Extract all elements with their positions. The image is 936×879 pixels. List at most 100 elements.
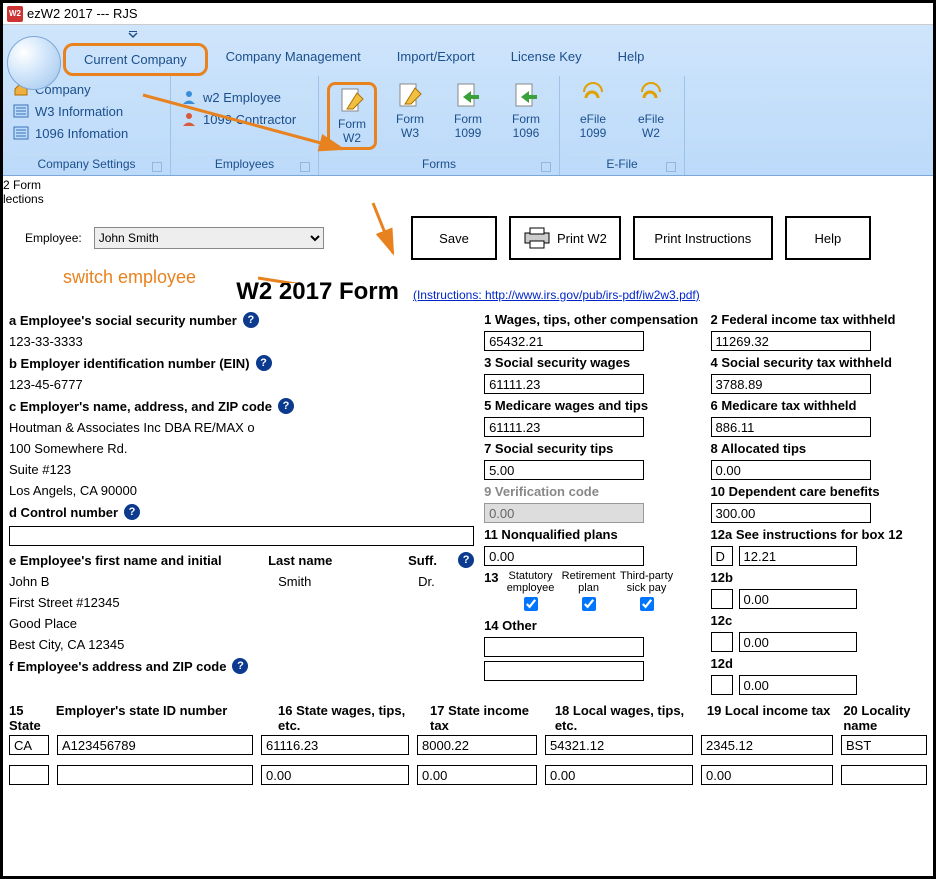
launcher-icon[interactable] — [666, 162, 676, 172]
box4-input[interactable] — [711, 374, 871, 394]
nav-1096-label: 1096 Infomation — [35, 126, 128, 141]
header-employer-state-id: Employer's state ID number — [56, 703, 270, 733]
nav-w2-employee[interactable]: w2 Employee — [179, 88, 298, 106]
help-icon[interactable]: ? — [458, 552, 474, 568]
label-box10: 10 Dependent care benefits — [711, 484, 927, 499]
box12d-value-input[interactable] — [739, 675, 857, 695]
value-ssn: 123-33-3333 — [9, 334, 474, 349]
document-arrow-icon — [455, 82, 481, 108]
box1-input[interactable] — [484, 331, 644, 351]
save-button[interactable]: Save — [411, 216, 497, 260]
form-title: W2 2017 Form — [236, 278, 399, 306]
locality2-input[interactable] — [841, 765, 927, 785]
form-w2-button[interactable]: Form W2 — [327, 82, 377, 150]
nav-1096-information[interactable]: 1096 Infomation — [11, 124, 130, 142]
document-arrow-icon — [513, 82, 539, 108]
statetax2-input[interactable] — [417, 765, 537, 785]
menu-license-key[interactable]: License Key — [493, 43, 600, 76]
header-box16: 16 State wages, tips, etc. — [278, 703, 422, 733]
locality1-input[interactable] — [841, 735, 927, 755]
help-button[interactable]: Help — [785, 216, 871, 260]
employee-select[interactable]: John Smith — [94, 227, 324, 249]
statewages2-input[interactable] — [261, 765, 409, 785]
localtax2-input[interactable] — [701, 765, 833, 785]
menu-help[interactable]: Help — [600, 43, 663, 76]
box12c-code-input[interactable] — [711, 632, 733, 652]
help-icon[interactable]: ? — [256, 355, 272, 371]
help-icon[interactable]: ? — [124, 504, 140, 520]
form-1096-button[interactable]: Form 1096 — [501, 82, 551, 140]
localwages2-input[interactable] — [545, 765, 693, 785]
box7-input[interactable] — [484, 460, 644, 480]
label-box-d: d Control number? — [9, 504, 474, 520]
menu-import-export[interactable]: Import/Export — [379, 43, 493, 76]
list-icon — [13, 125, 29, 141]
value-ein: 123-45-6777 — [9, 377, 474, 392]
box11-input[interactable] — [484, 546, 644, 566]
box3-input[interactable] — [484, 374, 644, 394]
box13-retirement-checkbox[interactable] — [582, 597, 596, 611]
box13-thirdparty-checkbox[interactable] — [640, 597, 654, 611]
launcher-icon[interactable] — [300, 162, 310, 172]
menu-current-company[interactable]: Current Company — [63, 43, 208, 76]
print-instructions-button[interactable]: Print Instructions — [633, 216, 773, 260]
stateid2-input[interactable] — [57, 765, 253, 785]
localwages1-input[interactable] — [545, 735, 693, 755]
help-icon[interactable]: ? — [243, 312, 259, 328]
nav-w3-information[interactable]: W3 Information — [11, 102, 130, 120]
box6-input[interactable] — [711, 417, 871, 437]
app-orb-button[interactable] — [7, 36, 61, 90]
print-w2-button[interactable]: Print W2 — [509, 216, 621, 260]
menu-company-management[interactable]: Company Management — [208, 43, 379, 76]
control-number-input[interactable] — [9, 526, 474, 546]
ribbon-group-efile: E-File — [568, 154, 676, 175]
label-box1: 1 Wages, tips, other compensation — [484, 312, 700, 327]
printer-icon — [523, 227, 551, 249]
label-last-name: Last name — [268, 553, 398, 568]
form-w3-button[interactable]: Form W3 — [385, 82, 435, 140]
box13-statutory-checkbox[interactable] — [524, 597, 538, 611]
efile-1099-button[interactable]: eFile 1099 — [568, 82, 618, 140]
toolbar-row: Employee: John Smith Save Print W2 Print… — [3, 206, 933, 278]
label-box2: 2 Federal income tax withheld — [711, 312, 927, 327]
employee-addr3: Best City, CA 12345 — [9, 637, 474, 652]
label-suffix: Suff. — [408, 553, 448, 568]
box8-input[interactable] — [711, 460, 871, 480]
box12b-value-input[interactable] — [739, 589, 857, 609]
statewages1-input[interactable] — [261, 735, 409, 755]
box10-input[interactable] — [711, 503, 871, 523]
label-box14: 14 Other — [484, 618, 700, 633]
efile-w2-button[interactable]: eFile W2 — [626, 82, 676, 140]
box12c-value-input[interactable] — [739, 632, 857, 652]
launcher-icon[interactable] — [541, 162, 551, 172]
box12d-code-input[interactable] — [711, 675, 733, 695]
employee-addr2: Good Place — [9, 616, 474, 631]
state2-input[interactable] — [9, 765, 49, 785]
box12a-value-input[interactable] — [739, 546, 857, 566]
box14b-input[interactable] — [484, 661, 644, 681]
nav-1099-contractor[interactable]: 1099 Contractor — [179, 110, 298, 128]
box12b-code-input[interactable] — [711, 589, 733, 609]
launcher-icon[interactable] — [152, 162, 162, 172]
label-first-name: e Employee's first name and initial — [9, 553, 258, 568]
box5-input[interactable] — [484, 417, 644, 437]
label-box8: 8 Allocated tips — [711, 441, 927, 456]
box2-input[interactable] — [711, 331, 871, 351]
box12a-code-input[interactable] — [711, 546, 733, 566]
statetax1-input[interactable] — [417, 735, 537, 755]
quick-access-dropdown-icon[interactable] — [128, 29, 138, 39]
employer-line3: Suite #123 — [9, 462, 474, 477]
employer-line4: Los Angels, CA 90000 — [9, 483, 474, 498]
label-box13-retirement: Retirement plan — [561, 570, 617, 594]
employee-label: Employee: — [25, 231, 82, 245]
localtax1-input[interactable] — [701, 735, 833, 755]
form-1099-button[interactable]: Form 1099 — [443, 82, 493, 140]
state1-input[interactable] — [9, 735, 49, 755]
box14a-input[interactable] — [484, 637, 644, 657]
help-icon[interactable]: ? — [278, 398, 294, 414]
irs-instructions-link[interactable]: (Instructions: http://www.irs.gov/pub/ir… — [413, 288, 700, 302]
label-box-c: c Employer's name, address, and ZIP code… — [9, 398, 474, 414]
stateid1-input[interactable] — [57, 735, 253, 755]
document-edit-icon — [397, 82, 423, 108]
help-icon[interactable]: ? — [232, 658, 248, 674]
